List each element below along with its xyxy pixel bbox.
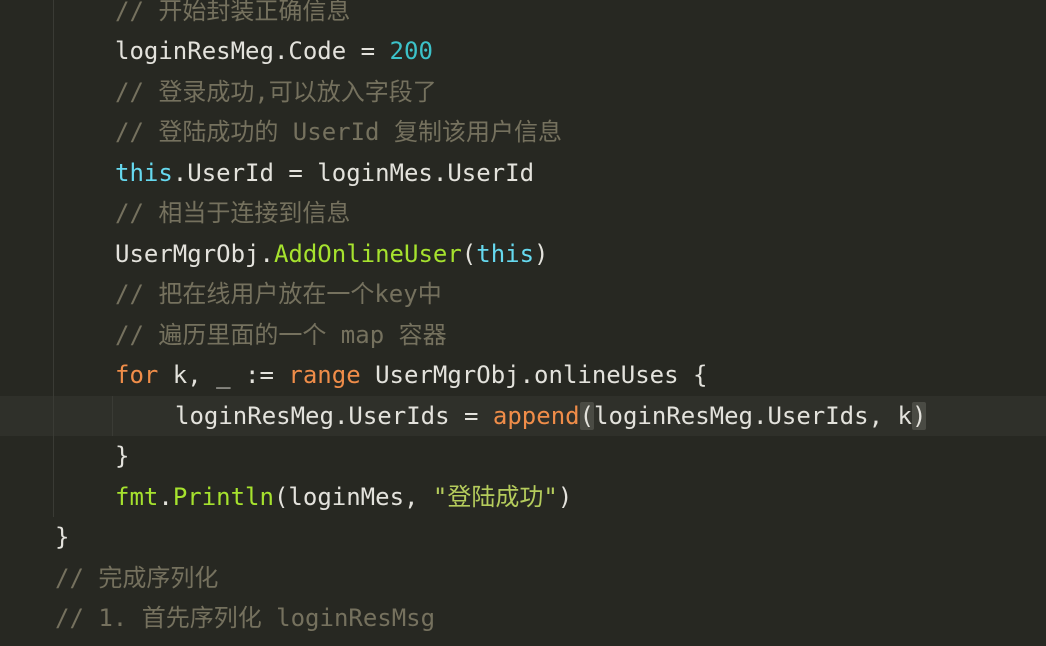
code-token: loginResMeg.UserIds = — [175, 401, 493, 430]
code-token: this — [115, 158, 173, 187]
code-token: ) — [557, 482, 573, 511]
code-token: AddOnlineUser — [273, 239, 462, 268]
code-token: ( — [461, 239, 477, 268]
indent-guide — [53, 476, 54, 517]
code-token: fmt — [115, 482, 159, 511]
code-text: // 相当于连接到信息 — [115, 193, 350, 234]
code-token: (loginMes, — [273, 482, 433, 511]
code-text: loginResMeg.UserIds = append(loginResMeg… — [175, 396, 927, 437]
code-text: UserMgrObj.AddOnlineUser(this) — [115, 234, 549, 275]
code-text: for k, _ := range UserMgrObj.onlineUses … — [115, 355, 707, 396]
indent-guide — [53, 233, 54, 274]
code-text: // 完成序列化 — [55, 558, 218, 599]
code-comment: // 登陆成功的 UserId 复制该用户信息 — [115, 118, 562, 146]
code-token: loginResMeg.Code = — [115, 37, 390, 65]
code-comment: // 1. 首先序列化 loginResMsg — [55, 604, 436, 632]
code-token: } — [55, 523, 70, 551]
code-text: // 开始封装正确信息 — [115, 0, 350, 31]
code-token: .UserId = loginMes.UserId — [172, 158, 535, 187]
code-line[interactable]: // 相当于连接到信息 — [0, 193, 1046, 234]
code-text: this.UserId = loginMes.UserId — [115, 153, 534, 194]
indent-guide — [53, 314, 54, 355]
code-text: fmt.Println(loginMes, "登陆成功") — [115, 477, 572, 518]
code-line[interactable]: // 把在线用户放在一个key中 — [0, 274, 1046, 315]
code-line[interactable]: this.UserId = loginMes.UserId — [0, 152, 1046, 194]
code-text: // 遍历里面的一个 map 容器 — [115, 315, 447, 356]
indent-guide — [53, 112, 54, 153]
indent-guide — [53, 355, 54, 396]
code-token: UserMgrObj. — [115, 239, 274, 268]
indent-guide — [53, 436, 54, 477]
code-token: this — [476, 239, 535, 268]
indent-guide — [53, 395, 54, 436]
code-line[interactable]: // 登录成功,可以放入字段了 — [0, 71, 1046, 113]
code-line[interactable]: loginResMeg.UserIds = append(loginResMeg… — [0, 395, 1046, 437]
code-token: } — [115, 442, 130, 470]
code-token: ) — [534, 239, 549, 268]
code-text: } — [55, 517, 69, 558]
code-line[interactable]: // 完成序列化 — [0, 558, 1046, 599]
code-line[interactable]: // 登陆成功的 UserId 复制该用户信息 — [0, 112, 1046, 153]
code-text: // 登陆成功的 UserId 复制该用户信息 — [115, 112, 562, 153]
code-token: ( — [579, 401, 595, 430]
code-line[interactable]: // 开始封装正确信息 — [0, 0, 1046, 31]
indent-guide — [112, 395, 113, 436]
code-token: ) — [911, 401, 927, 430]
code-token: range — [288, 361, 361, 389]
code-token: Println — [172, 482, 274, 511]
indent-guide — [53, 71, 54, 112]
code-token: k, _ := — [158, 361, 289, 389]
code-line[interactable]: // 1. 首先序列化 loginResMsg — [0, 598, 1046, 639]
indent-guide — [53, 31, 54, 72]
code-token: . — [158, 482, 173, 511]
code-editor[interactable]: // 开始封装正确信息 loginResMeg.Code = 200 // 登录成功… — [0, 0, 1046, 646]
indent-guide — [53, 0, 54, 31]
code-token: for — [115, 361, 159, 389]
code-line[interactable]: } — [0, 436, 1046, 477]
code-comment: // 开始封装正确信息 — [115, 0, 351, 25]
code-line[interactable]: UserMgrObj.AddOnlineUser(this) — [0, 233, 1046, 275]
code-line[interactable]: for k, _ := range UserMgrObj.onlineUses … — [0, 355, 1046, 396]
indent-guide — [53, 274, 54, 315]
code-token: append — [492, 401, 580, 430]
code-text: // 登录成功,可以放入字段了 — [115, 72, 437, 113]
code-text: loginResMeg.Code = 200 — [115, 31, 433, 72]
code-token: "登陆成功" — [432, 482, 558, 511]
code-text: // 1. 首先序列化 loginResMsg — [55, 598, 435, 639]
code-line[interactable]: loginResMeg.Code = 200 — [0, 31, 1046, 72]
indent-guide — [53, 193, 54, 234]
code-comment: // 登录成功,可以放入字段了 — [115, 77, 437, 106]
code-line[interactable]: // 遍历里面的一个 map 容器 — [0, 314, 1046, 356]
code-text: // 把在线用户放在一个key中 — [115, 274, 442, 315]
code-token: loginResMeg.UserIds, k — [594, 401, 912, 430]
code-line[interactable]: } — [0, 517, 1046, 558]
code-comment: // 完成序列化 — [55, 563, 219, 592]
code-line[interactable]: fmt.Println(loginMes, "登陆成功") — [0, 476, 1046, 518]
code-token: UserMgrObj.onlineUses { — [360, 361, 708, 389]
code-comment: // 相当于连接到信息 — [115, 199, 351, 227]
code-text: } — [115, 436, 129, 477]
code-comment: // 把在线用户放在一个key中 — [115, 280, 442, 308]
indent-guide — [53, 152, 54, 193]
code-comment: // 遍历里面的一个 map 容器 — [115, 320, 447, 349]
code-token: 200 — [389, 37, 433, 65]
